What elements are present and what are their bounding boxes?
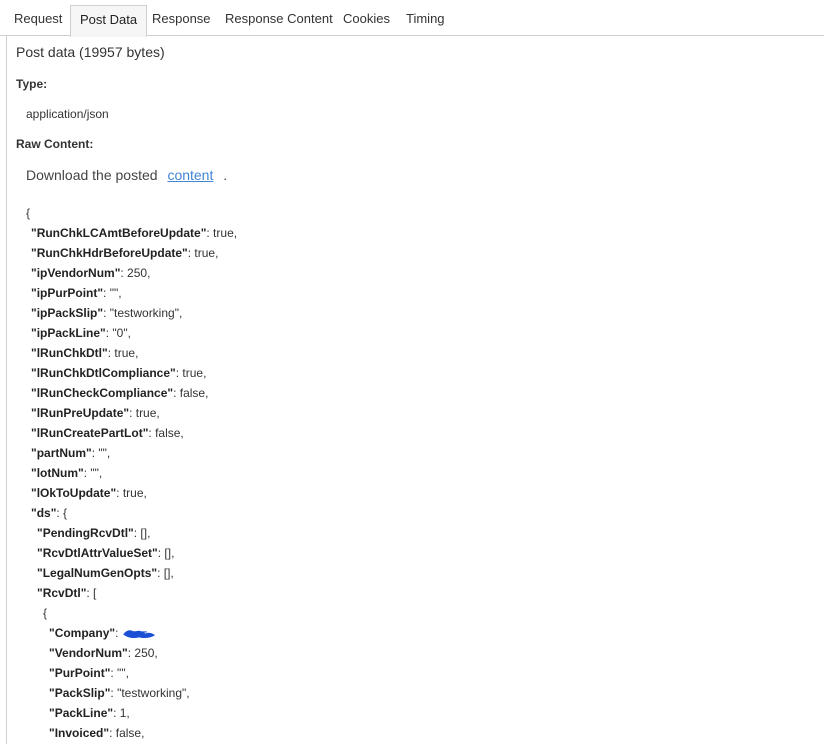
json-key: "lRunCreatePartLot" xyxy=(31,426,149,440)
json-value: : true, xyxy=(187,246,219,260)
json-key: "RcvDtlAttrValueSet" xyxy=(37,546,158,560)
json-value: : "", xyxy=(83,466,103,480)
json-value: : 1, xyxy=(113,706,130,720)
json-line: "ipPurPoint": "", xyxy=(31,283,122,303)
scribble-redaction-icon xyxy=(123,630,156,639)
json-value: : [], xyxy=(157,566,174,580)
json-line: "RunChkHdrBeforeUpdate": true, xyxy=(31,243,218,263)
json-key: "ipPackLine" xyxy=(31,326,106,340)
json-line: "lRunCreatePartLot": false, xyxy=(31,423,184,443)
json-value: : true, xyxy=(206,226,238,240)
json-line: "RcvDtlAttrValueSet": [], xyxy=(37,543,174,563)
json-value: : false, xyxy=(173,386,209,400)
json-line: "lOkToUpdate": true, xyxy=(31,483,147,503)
tab-cookies[interactable]: Cookies xyxy=(334,5,399,36)
json-value: : [], xyxy=(133,526,151,540)
json-value: : false, xyxy=(109,726,145,740)
json-line: "partNum": "", xyxy=(31,443,110,463)
download-line: Download the posted content . xyxy=(26,167,227,183)
json-line: { xyxy=(26,203,30,223)
tab-response-content[interactable]: Response Content xyxy=(216,5,342,36)
json-value: : "0", xyxy=(105,326,131,340)
json-line: "PurPoint": "", xyxy=(49,663,129,683)
json-line: "LegalNumGenOpts": [], xyxy=(37,563,174,583)
json-value: : "", xyxy=(103,286,122,300)
download-content-link[interactable]: content xyxy=(167,167,213,183)
json-value: : false, xyxy=(148,426,184,440)
json-key: "lRunChkDtlCompliance" xyxy=(31,366,176,380)
json-key: "ipPackSlip" xyxy=(31,306,104,320)
download-prefix: Download the posted xyxy=(26,167,158,183)
type-value: application/json xyxy=(26,107,109,121)
json-key: "PackSlip" xyxy=(49,686,111,700)
json-key: "PurPoint" xyxy=(49,666,111,680)
json-key: "RcvDtl" xyxy=(37,586,87,600)
json-line: "RunChkLCAmtBeforeUpdate": true, xyxy=(31,223,237,243)
json-key: "PackLine" xyxy=(49,706,114,720)
json-value: : 250, xyxy=(127,646,158,660)
post-data-heading: Post data (19957 bytes) xyxy=(16,44,165,60)
post-data-panel: Post data (19957 bytes) Type: applicatio… xyxy=(6,35,824,744)
json-line: "ds": { xyxy=(31,503,67,523)
json-value: : { xyxy=(56,506,68,520)
json-value: : 250, xyxy=(120,266,151,280)
json-line: "ipPackLine": "0", xyxy=(31,323,131,343)
json-key: "RunChkLCAmtBeforeUpdate" xyxy=(31,226,207,240)
json-line: "RcvDtl": [ xyxy=(37,583,96,603)
json-line: "ipVendorNum": 250, xyxy=(31,263,150,283)
json-line: "VendorNum": 250, xyxy=(49,643,158,663)
json-key: "lOkToUpdate" xyxy=(31,486,117,500)
tab-post-data[interactable]: Post Data xyxy=(70,5,148,37)
json-key: "ds" xyxy=(31,506,57,520)
json-value: : "testworking", xyxy=(103,306,183,320)
json-line: { xyxy=(43,603,47,623)
json-key: "lotNum" xyxy=(31,466,84,480)
json-value: : xyxy=(115,626,119,640)
json-line: "lRunChkDtl": true, xyxy=(31,343,138,363)
json-line: "ipPackSlip": "testworking", xyxy=(31,303,182,323)
json-line: "lRunPreUpdate": true, xyxy=(31,403,160,423)
json-line: "lotNum": "", xyxy=(31,463,102,483)
json-value: : true, xyxy=(107,346,139,360)
type-label: Type: xyxy=(16,77,48,91)
tab-bar: Request Post Data Response Response Cont… xyxy=(0,0,824,37)
json-value: : "", xyxy=(91,446,111,460)
json-line: "lRunCheckCompliance": false, xyxy=(31,383,208,403)
json-line: "lRunChkDtlCompliance": true, xyxy=(31,363,206,383)
json-value: { xyxy=(43,606,48,620)
json-key: "Company" xyxy=(49,626,116,640)
json-key: "lRunPreUpdate" xyxy=(31,406,130,420)
json-value: : "testworking", xyxy=(110,686,190,700)
json-key: "Invoiced" xyxy=(49,726,110,740)
json-value: : true, xyxy=(129,406,160,420)
json-key: "VendorNum" xyxy=(49,646,128,660)
json-key: "PendingRcvDtl" xyxy=(37,526,134,540)
tab-response[interactable]: Response xyxy=(143,5,220,36)
json-line: "PendingRcvDtl": [], xyxy=(37,523,150,543)
json-line: "Invoiced": false, xyxy=(49,723,144,743)
json-value: : true, xyxy=(116,486,147,500)
tab-request[interactable]: Request xyxy=(5,5,71,36)
json-value: : [ xyxy=(86,586,97,600)
json-key: "partNum" xyxy=(31,446,92,460)
json-line: "PackLine": 1, xyxy=(49,703,130,723)
json-key: "ipVendorNum" xyxy=(31,266,121,280)
json-key: "lRunChkDtl" xyxy=(31,346,108,360)
json-line: "PackSlip": "testworking", xyxy=(49,683,190,703)
tab-timing[interactable]: Timing xyxy=(397,5,454,36)
json-value: : "", xyxy=(110,666,129,680)
json-key: "ipPurPoint" xyxy=(31,286,104,300)
json-value: : true, xyxy=(175,366,207,380)
raw-content-label: Raw Content: xyxy=(16,137,94,151)
json-value: : [], xyxy=(157,546,175,560)
json-value: { xyxy=(26,206,31,220)
json-line: "Company": xyxy=(49,623,159,643)
download-suffix: . xyxy=(223,167,228,183)
json-key: "lRunCheckCompliance" xyxy=(31,386,174,400)
json-key: "LegalNumGenOpts" xyxy=(37,566,158,580)
json-key: "RunChkHdrBeforeUpdate" xyxy=(31,246,188,260)
